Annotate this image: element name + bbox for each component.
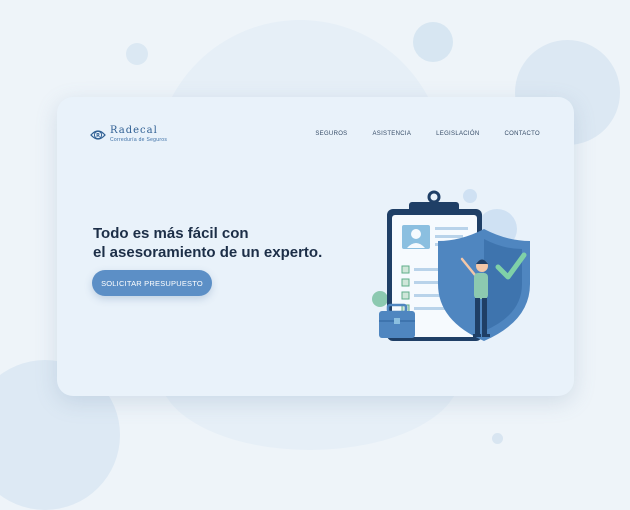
logo-name: Radecal [110, 125, 158, 136]
bg-circle-top-small [413, 22, 453, 62]
hero-card: R Radecal Correduría de Seguros SEGUROS … [57, 97, 574, 396]
bg-dot-bottom [492, 433, 503, 444]
main-nav: SEGUROS ASISTENCIA LEGISLACIÓN CONTACTO [315, 131, 540, 137]
illus-bg-dot-top [463, 189, 477, 203]
brand-logo[interactable]: R Radecal Correduría de Seguros [90, 126, 167, 143]
hero-headline-line1: Todo es más fácil con [93, 225, 249, 242]
request-quote-button[interactable]: SOLICITAR PRESUPUESTO [92, 270, 212, 296]
illus-green-dot [372, 291, 388, 307]
nav-item-asistencia[interactable]: ASISTENCIA [372, 131, 411, 137]
svg-text:R: R [96, 133, 100, 139]
logo-mark-icon: R [90, 129, 106, 140]
nav-item-seguros[interactable]: SEGUROS [315, 131, 347, 137]
bg-circle-tiny-left [126, 43, 148, 65]
hero-headline: Todo es más fácil con el asesoramiento d… [93, 224, 353, 262]
nav-item-contacto[interactable]: CONTACTO [504, 131, 540, 137]
nav-item-legislacion[interactable]: LEGISLACIÓN [436, 131, 479, 137]
hero-headline-line2: el asesoramiento de un experto. [93, 244, 323, 261]
insurance-illustration [372, 189, 530, 341]
logo-subtitle: Correduría de Seguros [110, 137, 168, 143]
